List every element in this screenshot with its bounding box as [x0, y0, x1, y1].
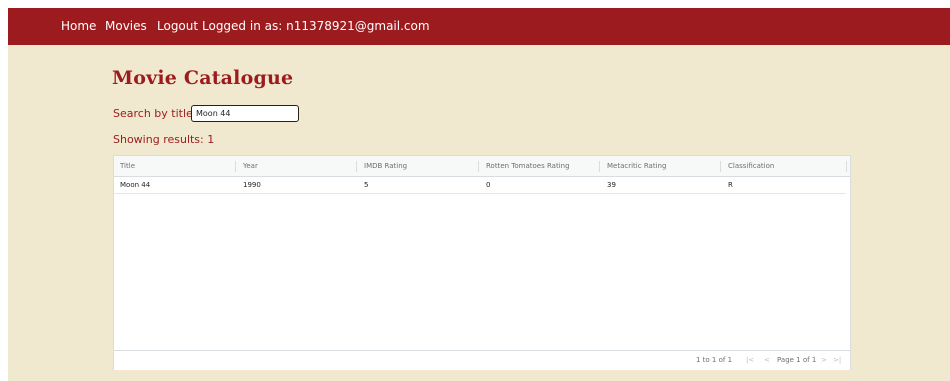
previous-page-icon[interactable]: < [764, 356, 770, 364]
next-page-icon[interactable]: > [821, 356, 827, 364]
logged-in-status: Logged in as: n11378921@gmail.com [202, 19, 430, 33]
column-separator[interactable] [356, 161, 357, 172]
pagination-panel: 1 to 1 of 1 |< < Page 1 of 1 > >| [114, 350, 850, 370]
cell-year: 1990 [243, 181, 261, 189]
nav-movies-link[interactable]: Movies [105, 19, 147, 33]
top-navbar: Home Movies Logout Logged in as: n113789… [8, 8, 950, 45]
column-separator[interactable] [478, 161, 479, 172]
column-separator[interactable] [720, 161, 721, 172]
table-row[interactable]: Moon 44 1990 5 0 39 R [114, 178, 846, 194]
cell-title: Moon 44 [120, 181, 151, 189]
cell-rotten-tomatoes-rating: 0 [486, 181, 491, 189]
search-input[interactable] [191, 105, 299, 122]
cell-metacritic-rating: 39 [607, 181, 616, 189]
first-page-icon[interactable]: |< [746, 356, 754, 364]
column-header-imdb-rating[interactable]: IMDB Rating [358, 156, 407, 177]
column-header-classification[interactable]: Classification [722, 156, 774, 177]
page-indicator: Page 1 of 1 [777, 356, 817, 364]
page-title: Movie Catalogue [112, 67, 294, 89]
column-header-metacritic-rating[interactable]: Metacritic Rating [601, 156, 666, 177]
column-header-year[interactable]: Year [237, 156, 258, 177]
cell-imdb-rating: 5 [364, 181, 369, 189]
row-range-summary: 1 to 1 of 1 [696, 356, 733, 364]
column-header-title[interactable]: Title [114, 156, 135, 177]
column-separator[interactable] [846, 161, 847, 172]
last-page-icon[interactable]: >| [833, 356, 841, 364]
nav-logout-link[interactable]: Logout [157, 19, 198, 33]
cell-classification: R [728, 181, 733, 189]
movies-table: Title Year IMDB Rating Rotten Tomatoes R… [113, 155, 851, 370]
column-header-rotten-tomatoes-rating[interactable]: Rotten Tomatoes Rating [480, 156, 570, 177]
column-separator[interactable] [235, 161, 236, 172]
nav-home-link[interactable]: Home [61, 19, 96, 33]
search-label: Search by title: [113, 107, 197, 120]
table-header: Title Year IMDB Rating Rotten Tomatoes R… [114, 156, 850, 177]
results-count: Showing results: 1 [113, 133, 215, 146]
column-separator[interactable] [599, 161, 600, 172]
